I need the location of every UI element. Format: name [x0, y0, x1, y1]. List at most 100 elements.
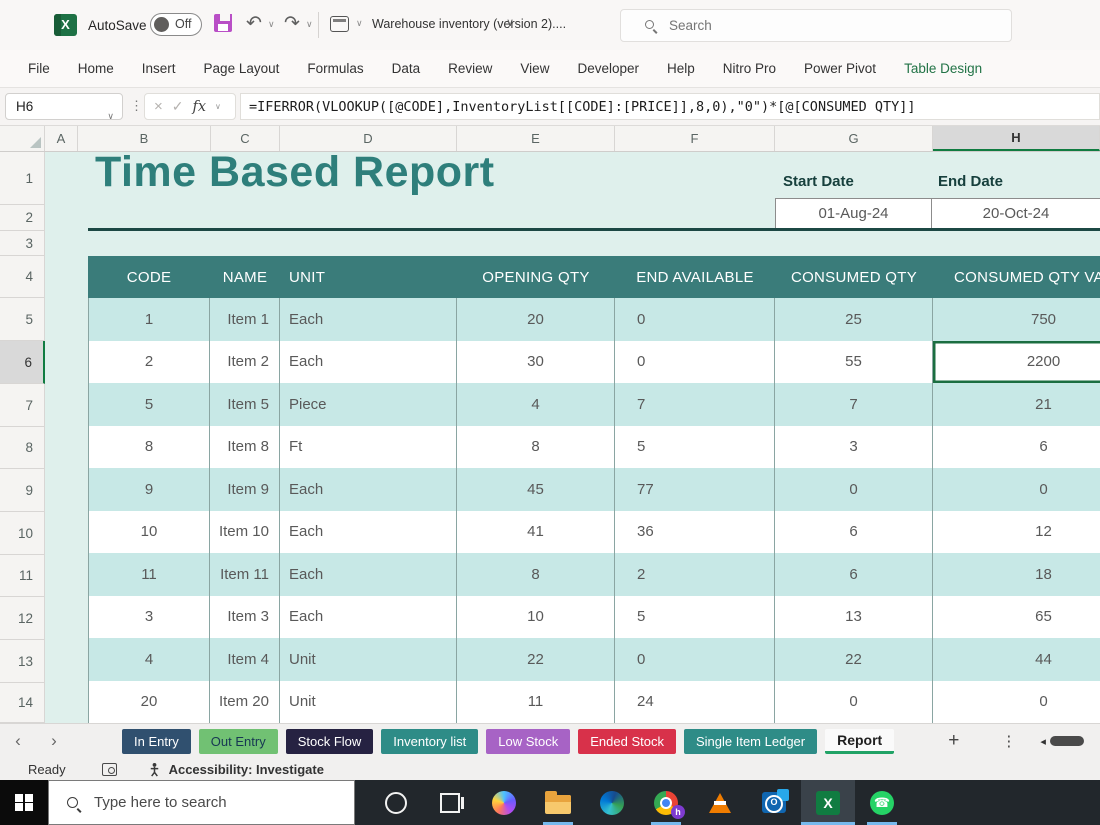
ribbon-tab-data[interactable]: Data — [378, 61, 435, 76]
ribbon-tab-review[interactable]: Review — [434, 61, 506, 76]
formula-bar-handle[interactable]: ⋮ — [130, 98, 143, 114]
hscroll-thumb[interactable] — [1050, 736, 1084, 746]
cell[interactable]: 10 — [457, 596, 615, 639]
document-title[interactable]: Warehouse inventory (version 2).... — [372, 17, 566, 31]
cell[interactable]: 20 — [88, 681, 210, 724]
ribbon-tab-home[interactable]: Home — [64, 61, 128, 76]
cell[interactable]: 5 — [615, 596, 775, 639]
cell[interactable]: 12 — [933, 511, 1100, 554]
start-date-cell[interactable]: 01-Aug-24 — [775, 198, 932, 229]
formula-input[interactable]: =IFERROR(VLOOKUP([@CODE],InventoryList[[… — [240, 93, 1100, 120]
cell[interactable]: 0 — [615, 638, 775, 681]
cell[interactable]: 3 — [775, 426, 933, 469]
ribbon-tab-help[interactable]: Help — [653, 61, 709, 76]
row-header-13[interactable]: 13 — [0, 640, 44, 683]
end-date-cell[interactable]: 20-Oct-24 — [931, 198, 1100, 229]
column-header-d[interactable]: D — [280, 126, 457, 151]
cell[interactable]: 65 — [933, 596, 1100, 639]
cortana-icon[interactable] — [369, 780, 423, 825]
row-header-3[interactable]: 3 — [0, 231, 44, 256]
redo-icon[interactable]: ↷ — [284, 12, 300, 36]
cell[interactable]: Item 20 — [210, 681, 280, 724]
row-header-11[interactable]: 11 — [0, 555, 44, 597]
cell[interactable]: 3 — [88, 596, 210, 639]
cell[interactable]: 1 — [88, 298, 210, 341]
cell[interactable]: 20 — [457, 298, 615, 341]
cell[interactable]: 30 — [457, 341, 615, 384]
cell[interactable]: 8 — [457, 553, 615, 596]
table-header-opening-qty[interactable]: OPENING QTY — [457, 256, 615, 298]
row-header-10[interactable]: 10 — [0, 512, 44, 555]
ribbon-display-options-icon[interactable] — [330, 16, 349, 32]
cell[interactable]: 13 — [775, 596, 933, 639]
sheet-tab-inventory-list[interactable]: Inventory list — [381, 729, 478, 754]
table-header-consumed-qty-value[interactable]: CONSUMED QTY VALUE — [933, 256, 1100, 298]
cell[interactable]: Unit — [280, 638, 457, 681]
cell[interactable]: 0 — [615, 341, 775, 384]
cell[interactable]: 36 — [615, 511, 775, 554]
ribbon-tab-developer[interactable]: Developer — [563, 61, 653, 76]
fx-chevron-icon[interactable]: ∨ — [215, 102, 221, 111]
cell[interactable]: Each — [280, 468, 457, 511]
accessibility-status[interactable]: Accessibility: Investigate — [169, 762, 324, 777]
sheet-tab-report[interactable]: Report — [825, 729, 894, 754]
cell[interactable]: 22 — [457, 638, 615, 681]
cell[interactable]: 21 — [933, 383, 1100, 426]
row-header-7[interactable]: 7 — [0, 384, 44, 427]
excel-logo[interactable]: X — [54, 14, 77, 36]
column-header-f[interactable]: F — [615, 126, 775, 151]
sheet-nav-left-icon[interactable]: ‹ — [0, 731, 36, 751]
cell[interactable]: Ft — [280, 426, 457, 469]
cell[interactable]: Each — [280, 553, 457, 596]
cell[interactable]: Unit — [280, 681, 457, 724]
sheet-tab-out-entry[interactable]: Out Entry — [199, 729, 278, 754]
cell[interactable]: Item 9 — [210, 468, 280, 511]
cell[interactable]: Item 1 — [210, 298, 280, 341]
cell[interactable]: Item 4 — [210, 638, 280, 681]
cell[interactable]: 2 — [88, 341, 210, 384]
row-header-1[interactable]: 1 — [0, 152, 44, 205]
cell[interactable]: Item 11 — [210, 553, 280, 596]
cell[interactable]: 24 — [615, 681, 775, 724]
table-header-name[interactable]: NAME — [210, 256, 280, 298]
table-header-consumed-qty[interactable]: CONSUMED QTY — [775, 256, 933, 298]
title-chevron-icon[interactable]: ∨ — [506, 16, 514, 29]
sheet-tab-low-stock[interactable]: Low Stock — [486, 729, 570, 754]
select-all-corner[interactable] — [0, 126, 45, 151]
cell[interactable]: 2 — [615, 553, 775, 596]
file-explorer-icon[interactable] — [531, 780, 585, 825]
chrome-icon[interactable]: h — [639, 780, 693, 825]
edge-icon[interactable] — [585, 780, 639, 825]
sheet-nav-right-icon[interactable]: › — [36, 731, 72, 751]
cell[interactable]: 0 — [933, 468, 1100, 511]
table-header-unit[interactable]: UNIT — [280, 256, 457, 298]
cancel-icon[interactable]: × — [154, 98, 163, 115]
cell[interactable]: Each — [280, 511, 457, 554]
cell[interactable]: Piece — [280, 383, 457, 426]
start-button[interactable] — [0, 780, 48, 825]
ribbon-tab-insert[interactable]: Insert — [128, 61, 190, 76]
cell[interactable]: 0 — [775, 681, 933, 724]
undo-chevron-icon[interactable]: ∨ — [268, 19, 275, 30]
redo-chevron-icon[interactable]: ∨ — [306, 19, 313, 30]
table-header-code[interactable]: CODE — [88, 256, 210, 298]
cell[interactable]: Each — [280, 341, 457, 384]
column-header-c[interactable]: C — [211, 126, 280, 151]
sheet-content[interactable]: Time Based Report Start Date End Date 01… — [45, 152, 1100, 723]
ribbon-tab-page-layout[interactable]: Page Layout — [190, 61, 294, 76]
cell[interactable]: 45 — [457, 468, 615, 511]
column-header-e[interactable]: E — [457, 126, 615, 151]
row-header-2[interactable]: 2 — [0, 205, 44, 231]
titlebar-search-box[interactable]: Search — [620, 9, 1012, 42]
cell[interactable]: 4 — [457, 383, 615, 426]
undo-icon[interactable]: ↶ — [246, 12, 262, 36]
cell[interactable]: 55 — [775, 341, 933, 384]
autosave-toggle[interactable]: Off — [150, 13, 202, 36]
outlook-icon[interactable] — [747, 780, 801, 825]
row-header-8[interactable]: 8 — [0, 427, 44, 469]
row-header-14[interactable]: 14 — [0, 683, 44, 723]
cell[interactable]: 22 — [775, 638, 933, 681]
cell[interactable]: Each — [280, 596, 457, 639]
enter-icon[interactable]: ✓ — [172, 98, 184, 115]
column-header-b[interactable]: B — [78, 126, 211, 151]
